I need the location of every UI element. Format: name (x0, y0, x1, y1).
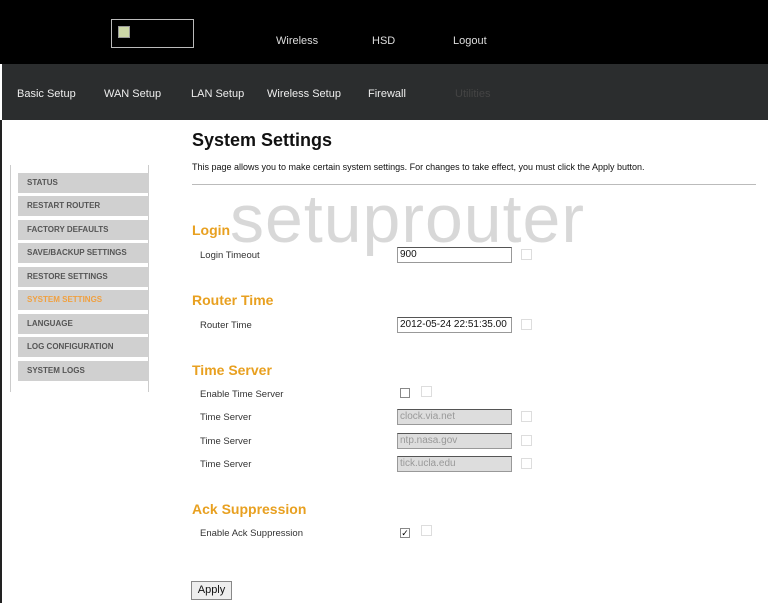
sidebar-item-restart-router[interactable]: RESTART ROUTER (18, 196, 149, 216)
page-title: System Settings (192, 130, 333, 150)
sidebar-item-status[interactable]: STATUS (18, 173, 149, 193)
apply-button[interactable]: Apply (191, 581, 232, 600)
top-link-wireless[interactable]: Wireless (276, 35, 318, 47)
logo (111, 19, 194, 48)
top-bar: Wireless HSD Logout (0, 0, 768, 64)
nav-firewall[interactable]: Firewall (368, 88, 406, 100)
nav-wan-setup[interactable]: WAN Setup (104, 88, 161, 100)
sidebar-item-save-backup[interactable]: SAVE/BACKUP SETTINGS (18, 243, 149, 263)
router-time-heading: Router Time (192, 292, 274, 308)
sidebar-item-restore-settings[interactable]: RESTORE SETTINGS (18, 267, 149, 287)
nav-lan-setup[interactable]: LAN Setup (191, 88, 244, 100)
ack-suppression-heading: Ack Suppression (192, 501, 307, 517)
help-icon[interactable] (421, 386, 432, 397)
main-nav: Basic Setup WAN Setup LAN Setup Wireless… (2, 64, 768, 120)
router-time-label: Router Time (200, 320, 252, 331)
time-server-label: Time Server (200, 436, 252, 447)
login-timeout-input[interactable]: 900 (397, 247, 512, 263)
help-icon[interactable] (521, 411, 532, 422)
time-server-heading: Time Server (192, 362, 272, 378)
help-icon[interactable] (421, 525, 432, 536)
help-icon[interactable] (521, 458, 532, 469)
help-icon[interactable] (521, 249, 532, 260)
sidebar-item-factory-defaults[interactable]: FACTORY DEFAULTS (18, 220, 149, 240)
nav-wireless-setup[interactable]: Wireless Setup (267, 88, 341, 100)
sidebar-item-system-logs[interactable]: SYSTEM LOGS (18, 361, 149, 381)
sidebar: STATUS RESTART ROUTER FACTORY DEFAULTS S… (10, 165, 149, 392)
time-server-input-3[interactable]: tick.ucla.edu (397, 456, 512, 472)
page-description: This page allows you to make certain sys… (192, 162, 645, 172)
time-server-input-2[interactable]: ntp.nasa.gov (397, 433, 512, 449)
enable-time-server-checkbox[interactable] (400, 388, 410, 398)
enable-ack-suppression-checkbox[interactable]: ✓ (400, 528, 410, 538)
help-icon[interactable] (521, 435, 532, 446)
time-server-input-1[interactable]: clock.via.net (397, 409, 512, 425)
time-server-label: Time Server (200, 412, 252, 423)
left-border (0, 120, 2, 603)
enable-time-server-label: Enable Time Server (200, 389, 284, 400)
help-icon[interactable] (521, 319, 532, 330)
sidebar-item-language[interactable]: LANGUAGE (18, 314, 149, 334)
nav-utilities[interactable]: Utilities (455, 88, 490, 100)
top-link-logout[interactable]: Logout (453, 35, 487, 47)
nav-basic-setup[interactable]: Basic Setup (17, 88, 76, 100)
time-server-label: Time Server (200, 459, 252, 470)
router-time-input[interactable]: 2012-05-24 22:51:35.00 (397, 317, 512, 333)
top-link-hsd[interactable]: HSD (372, 35, 395, 47)
login-heading: Login (192, 222, 231, 238)
login-timeout-label: Login Timeout (200, 250, 260, 261)
sidebar-item-system-settings[interactable]: SYSTEM SETTINGS (18, 290, 149, 310)
sidebar-item-log-configuration[interactable]: LOG CONFIGURATION (18, 337, 149, 357)
enable-ack-suppression-label: Enable Ack Suppression (200, 528, 303, 539)
broken-image-icon (118, 26, 130, 38)
